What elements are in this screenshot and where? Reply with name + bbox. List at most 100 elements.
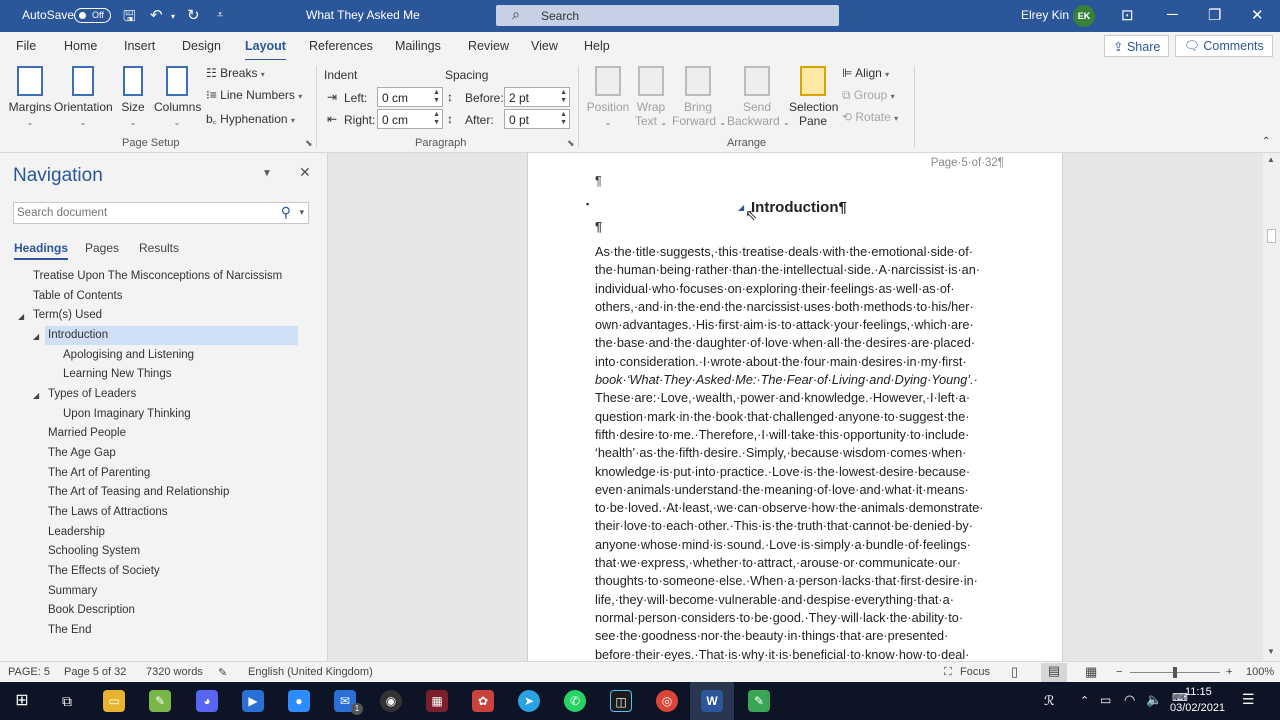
notepad-icon[interactable]: ✎ [748,690,770,712]
focus-icon[interactable]: ⛶ [944,666,952,679]
page-setup-launcher-icon[interactable]: ⬊ [305,138,313,149]
rotate-button[interactable]: ⟲ Rotate ▾ [842,110,898,124]
ribbon-display-icon[interactable]: ⊡ [1121,6,1134,24]
heading-item[interactable]: Apologising and Listening [63,346,194,365]
tab-file[interactable]: File [16,39,36,53]
collapse-triangle-icon[interactable]: ◢ [33,391,39,400]
columns-button[interactable]: Columns ⌄ [154,66,201,128]
heading-item[interactable]: The Laws of Attractions [48,503,168,522]
comments-button[interactable]: 🗨 Comments [1175,35,1273,57]
orientation-button[interactable]: Orientation ⌄ [54,66,113,128]
margins-button[interactable]: Margins ⌄ [8,66,52,128]
spinner-arrows-icon[interactable]: ▲ ▼ [433,111,440,127]
heading-item[interactable]: The Effects of Society [48,562,160,581]
heading-item[interactable]: Summary [48,582,97,601]
spinner-arrows-icon[interactable]: ▲ ▼ [433,89,440,105]
save-icon[interactable]: 🖫 [123,6,136,31]
status-language[interactable]: English (United Kingdom) [248,666,373,678]
heading-item[interactable]: Treatise Upon The Misconceptions of Narc… [33,267,282,286]
tab-design[interactable]: Design [182,39,221,53]
calculator-icon[interactable]: ▦ [426,690,448,712]
heading-item[interactable]: The Art of Teasing and Relationship [48,483,229,502]
clock-time[interactable]: 11:15 [1185,686,1212,698]
heading-item[interactable]: Learning New Things [63,365,171,384]
zoom-app-icon[interactable]: ● [288,690,310,712]
chrome-icon[interactable]: ◎ [656,690,678,712]
whatsapp-icon[interactable]: ✆ [564,690,586,712]
heading-item-selected[interactable]: Introduction [45,326,298,345]
focus-button[interactable]: Focus [960,666,990,678]
search-icon[interactable]: ⚲ [281,204,291,221]
indent-right-field[interactable]: 0 cm ▲ ▼ [377,109,443,129]
search-box[interactable]: ⌕ Search [496,5,839,26]
tab-layout[interactable]: Layout [245,39,286,62]
heading-item[interactable]: Schooling System [48,542,140,561]
scroll-up-icon[interactable]: ▲ [1267,155,1275,164]
breaks-button[interactable]: ☷ Breaks ▾ [206,66,265,80]
close-pane-icon[interactable]: ✕ [299,164,311,181]
heading-item[interactable]: The Age Gap [48,444,116,463]
tab-insert[interactable]: Insert [124,39,155,53]
notifications-icon[interactable]: ☰ [1242,691,1255,708]
battery-icon[interactable]: ▭ [1100,693,1111,707]
file-explorer-icon[interactable]: ▭ [103,690,125,712]
send-backward-button[interactable]: Send Backward ⌄ [727,66,790,128]
selection-pane-button[interactable]: Selection Pane [789,66,838,128]
tab-references[interactable]: References [309,39,373,53]
scroll-down-icon[interactable]: ▼ [1267,647,1275,656]
media-icon[interactable]: ◉ [380,690,402,712]
spinner-arrows-icon[interactable]: ▲ ▼ [560,89,567,105]
proofing-icon[interactable]: ✎ [218,666,227,679]
spacing-before-field[interactable]: 2 pt ▲ ▼ [504,87,570,107]
search-options-icon[interactable]: ▾ [299,207,304,218]
search-document-box[interactable]: ⚲ ▾ [13,202,309,224]
paragraph-launcher-icon[interactable]: ⬊ [567,138,575,149]
zoom-slider-thumb[interactable] [1173,667,1177,678]
media-player-icon[interactable]: ▶ [242,690,264,712]
spinner-arrows-icon[interactable]: ▲ ▼ [560,111,567,127]
tab-results[interactable]: Results [139,241,179,255]
restore-icon[interactable]: ❐ [1208,6,1221,24]
minimize-icon[interactable]: ─ [1167,6,1178,23]
read-mode-icon[interactable]: ▯ [1011,664,1018,680]
avatar[interactable]: EK [1073,5,1095,27]
line-numbers-button[interactable]: ⁝≡ Line Numbers ▾ [206,88,302,102]
document-page[interactable]: Page·5·of·32¶ ¶ ▪ ◢ Introduction¶ ⇖ ¶ As… [527,153,1063,661]
collapse-ribbon-icon[interactable]: ⌃ [1262,136,1270,147]
heading-item[interactable]: Types of Leaders [48,385,136,404]
tab-pages[interactable]: Pages [85,241,119,255]
bring-forward-button[interactable]: Bring Forward ⌄ [672,66,726,128]
app-icon[interactable]: ✿ [472,690,494,712]
heading-item[interactable]: The Art of Parenting [48,464,150,483]
tab-home[interactable]: Home [64,39,97,53]
telegram-icon[interactable]: ➤ [518,690,540,712]
task-view-icon[interactable]: ⧉ [56,690,78,712]
screen-capture-icon[interactable]: ◫ [610,690,632,712]
position-button[interactable]: Position ⌄ [586,66,630,128]
people-icon[interactable]: ℛ [1044,693,1054,709]
collapse-heading-icon[interactable]: ◢ [738,203,744,212]
word-icon[interactable]: W [701,690,723,712]
zoom-level[interactable]: 100% [1246,666,1274,678]
autosave-toggle[interactable]: Off [74,8,111,23]
hyphenation-button[interactable]: b꜀ Hyphenation ▾ [206,110,295,127]
size-button[interactable]: Size ⌄ [119,66,147,128]
tab-review[interactable]: Review [468,39,509,53]
scroll-thumb[interactable] [1267,229,1276,243]
spacing-after-field[interactable]: 0 pt ▲ ▼ [504,109,570,129]
pane-options-icon[interactable]: ▼ [262,168,272,179]
heading-item[interactable]: Book Description [48,601,135,620]
search-document-input[interactable] [14,203,264,223]
collapse-triangle-icon[interactable]: ◢ [18,312,24,321]
app-icon[interactable]: ✎ [149,690,171,712]
heading-item[interactable]: Term(s) Used [33,306,102,325]
undo-dropdown-icon[interactable]: ▾ [171,12,175,21]
close-icon[interactable]: ✕ [1251,6,1264,24]
document-heading[interactable]: Introduction¶ [751,199,847,216]
wrap-text-button[interactable]: Wrap Text ⌄ [634,66,668,128]
align-button[interactable]: ⊫ Align ▾ [842,66,889,80]
volume-icon[interactable]: 🔈 [1146,692,1162,708]
share-button[interactable]: ⇪ Share [1104,35,1170,57]
print-layout-icon[interactable]: ▤ [1041,663,1067,682]
heading-item[interactable]: Table of Contents [33,287,123,306]
